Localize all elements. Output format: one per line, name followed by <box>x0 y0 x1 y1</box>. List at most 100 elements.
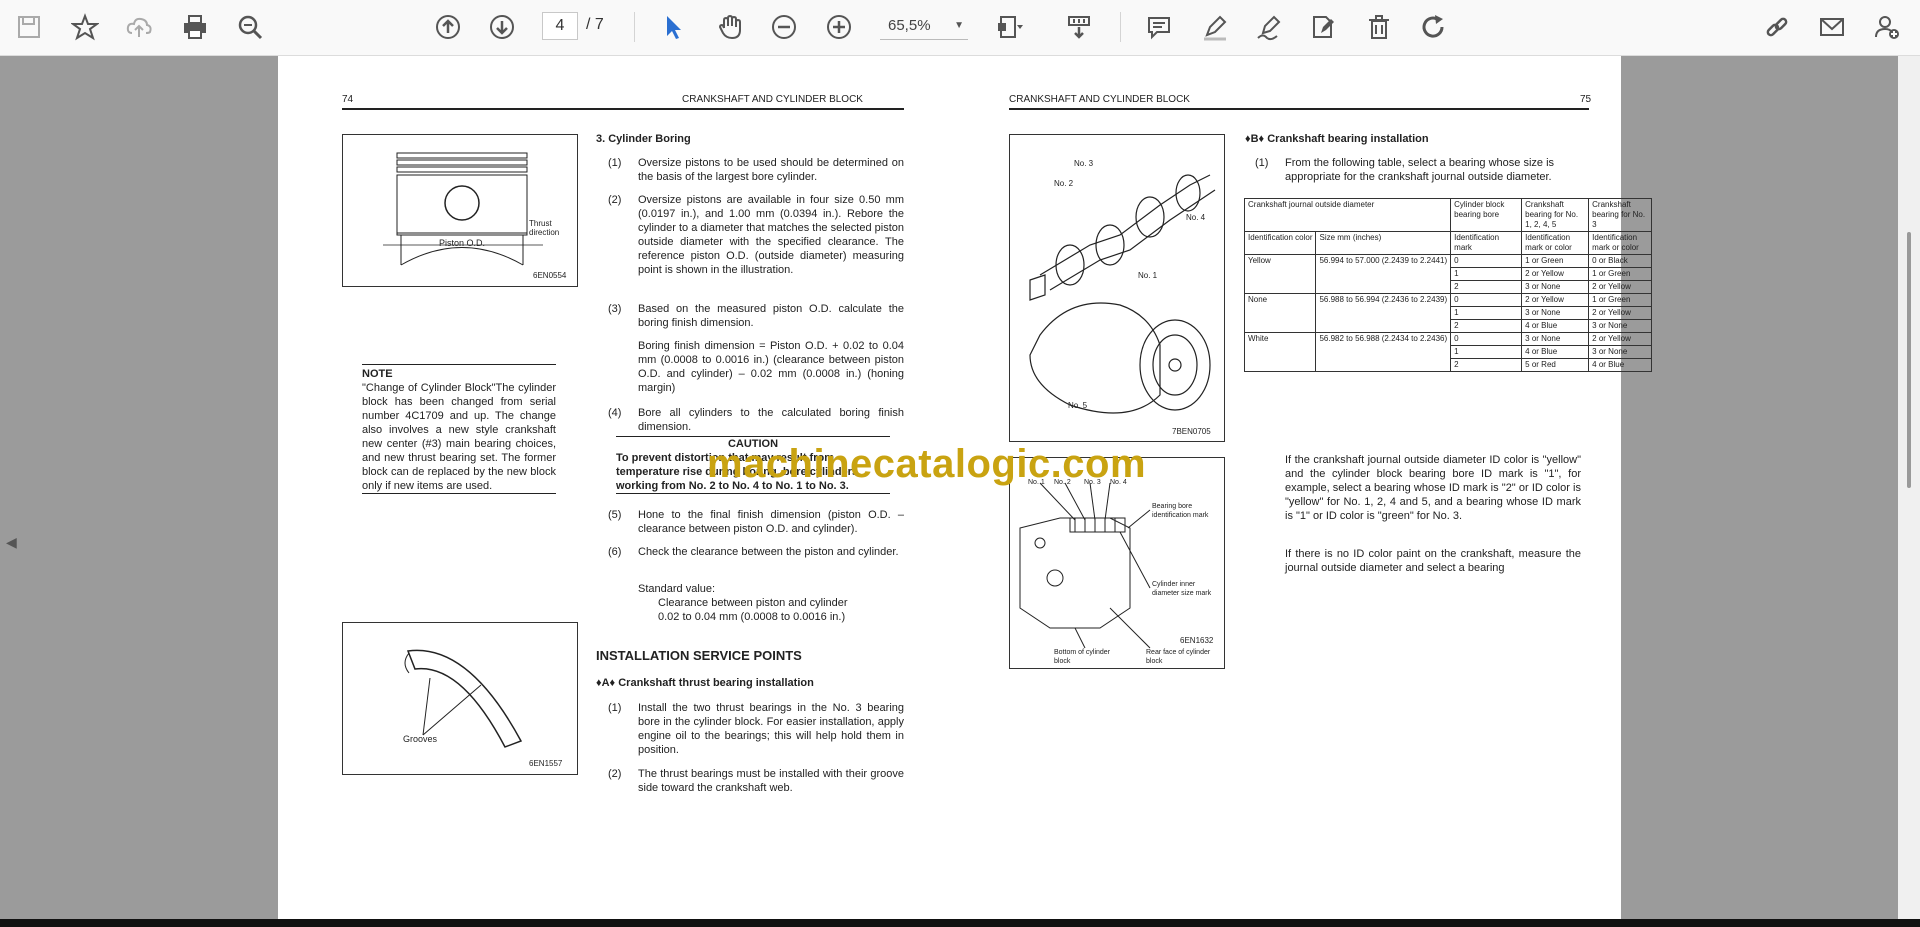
hand-tool-icon[interactable] <box>711 8 749 46</box>
zoom-out-icon[interactable] <box>765 8 803 46</box>
table-cell: 56.988 to 56.994 (2.2436 to 2.2439) <box>1315 293 1452 333</box>
scroll-mode-icon[interactable] <box>1060 8 1098 46</box>
no-paint-paragraph: If there is no ID color paint on the cra… <box>1285 548 1581 574</box>
crank-label-no2: No. 2 <box>1054 179 1074 188</box>
step-number: (3) <box>608 303 622 315</box>
table-cell: 2 <box>1450 280 1523 294</box>
share-link-icon[interactable] <box>1758 8 1796 46</box>
step-number: (4) <box>608 407 622 419</box>
table-header-row: Crankshaft journal outside diameter Cyli… <box>1243 198 1653 232</box>
table-cell: 2 <box>1450 319 1523 333</box>
standard-value-label: Standard value: <box>638 583 716 595</box>
table-header-cell: Crankshaft bearing for No. 3 <box>1588 198 1653 232</box>
edit-stamp-icon[interactable] <box>1304 8 1342 46</box>
table-header-cell: Crankshaft bearing for No. 1, 2, 4, 5 <box>1521 198 1590 232</box>
add-user-icon[interactable] <box>1868 8 1906 46</box>
table-cell: 56.994 to 57.000 (2.2439 to 2.2441) <box>1315 254 1452 294</box>
table-header-cell: Identification mark or color <box>1521 231 1590 255</box>
crank-label-no4: No. 4 <box>1186 213 1206 222</box>
step-number: (6) <box>608 546 622 558</box>
piston-od-label: Piston O.D. <box>439 238 486 248</box>
table-header-cell: Crankshaft journal outside diameter <box>1243 198 1452 232</box>
section-title: 3. Cylinder Boring <box>596 133 691 145</box>
cloud-upload-icon[interactable] <box>120 8 158 46</box>
save-icon[interactable] <box>10 8 48 46</box>
figure-caption: 6EN0554 <box>533 271 567 280</box>
step-number: (5) <box>608 509 622 521</box>
cylinder-block-figure: No. 1 No. 2 No. 3 No. 4 Bearing bore ide… <box>1009 457 1225 669</box>
scrollbar-thumb[interactable] <box>1907 232 1911 488</box>
email-icon[interactable] <box>1813 8 1851 46</box>
table-row: White 56.982 to 56.988 (2.2434 to 2.2436… <box>1243 332 1653 372</box>
table-header-cell: Size mm (inches) <box>1315 231 1452 255</box>
previous-page-icon[interactable] <box>429 8 467 46</box>
page-number-input[interactable]: 4 <box>542 12 578 40</box>
step-number: (1) <box>608 157 622 169</box>
page-fit-icon[interactable] <box>990 8 1028 46</box>
table-cell: 0 or Black <box>1588 254 1653 268</box>
figure-caption: 6EN1557 <box>529 759 563 768</box>
table-cell: 56.982 to 56.988 (2.2434 to 2.2436) <box>1315 332 1452 372</box>
table-header-cell: Cylinder block bearing bore <box>1450 198 1523 232</box>
table-cell: 0 <box>1450 293 1523 307</box>
table-cell: 1 or Green <box>1521 254 1590 268</box>
toolbar-divider <box>1120 12 1121 42</box>
table-cell: 0 <box>1450 254 1523 268</box>
table-cell: 4 or Blue <box>1521 319 1590 333</box>
print-icon[interactable] <box>176 8 214 46</box>
table-header-cell: Identification mark or color <box>1588 231 1653 255</box>
table-cell: 1 or Green <box>1588 267 1653 281</box>
table-row: None 56.988 to 56.994 (2.2436 to 2.2439)… <box>1243 293 1653 333</box>
table-cell: 3 or None <box>1521 332 1590 346</box>
highlight-pen-icon[interactable] <box>1196 8 1234 46</box>
table-cell: 1 <box>1450 306 1523 320</box>
chevron-down-icon: ▼ <box>954 20 964 31</box>
table-cell: 2 or Yellow <box>1588 280 1653 294</box>
page-number: 74 <box>342 94 354 105</box>
crank-label-no3: No. 3 <box>1074 159 1094 168</box>
delete-trash-icon[interactable] <box>1360 8 1398 46</box>
b-step-1-text: From the following table, select a beari… <box>1285 157 1555 183</box>
table-cell: 1 or Green <box>1588 293 1653 307</box>
table-cell: 2 <box>1450 358 1523 372</box>
next-page-icon[interactable] <box>483 8 521 46</box>
subsection-b-title: ♦B♦ Crankshaft bearing installation <box>1245 133 1429 145</box>
clearance-value: 0.02 to 0.04 mm (0.0008 to 0.0016 in.) <box>658 611 846 623</box>
step-number: (1) <box>1255 157 1269 169</box>
figure-caption: 6EN1632 <box>1180 636 1214 645</box>
page-count: / 7 <box>586 16 604 33</box>
crankshaft-drawing <box>1029 174 1216 414</box>
zoom-in-icon[interactable] <box>820 8 858 46</box>
draw-signature-icon[interactable] <box>1250 8 1288 46</box>
vertical-scrollbar[interactable] <box>1898 56 1920 920</box>
left-scroll-arrow-icon[interactable]: ◀ <box>6 534 17 551</box>
bearing-selection-table: Crankshaft journal outside diameter Cyli… <box>1243 198 1653 372</box>
grooves-label: Grooves <box>403 734 438 744</box>
table-cell: 3 or None <box>1588 319 1653 333</box>
table-cell: 2 or Yellow <box>1521 293 1590 307</box>
table-cell: 4 or Blue <box>1521 345 1590 359</box>
step-1-text: Oversize pistons to be used should be de… <box>638 157 904 183</box>
table-cell: 2 or Yellow <box>1521 267 1590 281</box>
toolbar-divider <box>634 12 635 42</box>
document-viewport[interactable]: 74 CRANKSHAFT AND CYLINDER BLOCK Thrust … <box>6 56 1915 920</box>
bearing-selection-paragraph: If the crankshaft journal outside diamet… <box>1285 454 1581 522</box>
clearance-label: Clearance between piston and cylinder <box>658 597 848 609</box>
header-rule <box>1009 108 1589 110</box>
installation-title: INSTALLATION SERVICE POINTS <box>596 648 802 663</box>
page-74: 74 CRANKSHAFT AND CYLINDER BLOCK Thrust … <box>278 56 972 920</box>
note-body: "Change of Cylinder Block"The cylinder b… <box>362 382 556 492</box>
crank-label-no1: No. 1 <box>1138 271 1158 280</box>
comment-icon[interactable] <box>1140 8 1178 46</box>
table-cell: 5 or Red <box>1521 358 1590 372</box>
step-number: (2) <box>608 194 622 206</box>
zoom-search-icon[interactable] <box>231 8 269 46</box>
select-cursor-icon[interactable] <box>654 8 692 46</box>
watermark-text: machinecatalogic.com <box>707 442 1147 486</box>
redo-icon[interactable] <box>1415 8 1453 46</box>
bookmark-star-icon[interactable] <box>66 8 104 46</box>
table-cell: 3 or None <box>1588 345 1653 359</box>
table-cell: None <box>1243 293 1317 333</box>
step-number: (2) <box>608 768 622 780</box>
zoom-level-select[interactable]: 65,5% ▼ <box>880 12 968 40</box>
